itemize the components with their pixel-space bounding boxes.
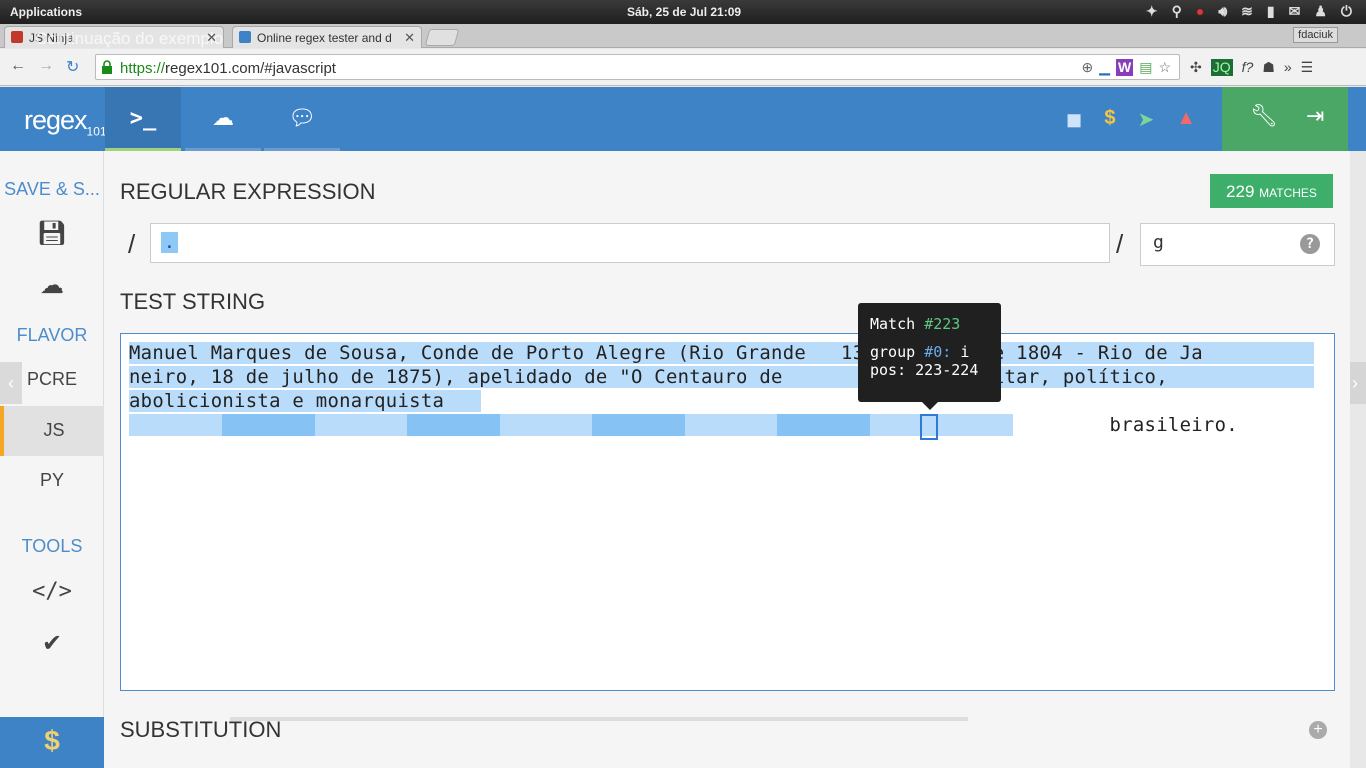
- more-extensions-icon[interactable]: »: [1284, 59, 1292, 76]
- omnibox-actions: ⊕ ▁ W ▤ ☆: [1081, 59, 1171, 76]
- sign-in-icon[interactable]: ⇥: [1306, 103, 1324, 129]
- tab-chat[interactable]: 💬︎: [264, 87, 340, 151]
- browser-tab-bar: JS Ninja Continuação do exemplo ✕ Online…: [0, 24, 1366, 48]
- donate-dollar-icon[interactable]: $: [0, 717, 104, 768]
- tooltip-match-row: Match #223: [870, 315, 961, 333]
- close-tab-icon[interactable]: ✕: [206, 30, 217, 46]
- video-overlay-title: Continuação do exemplo: [35, 29, 224, 48]
- regex-input[interactable]: .: [150, 223, 1110, 263]
- tab-editor[interactable]: >_: [105, 87, 181, 151]
- back-icon[interactable]: ←: [10, 57, 26, 75]
- chat-bubbles-icon: 💬︎: [288, 105, 316, 130]
- tooltip-arrow: [922, 402, 938, 410]
- test-line-2: neiro, 18 de julho de 1875), apelidado d…: [129, 366, 1168, 388]
- cloud-upload-icon[interactable]: ☁: [0, 271, 104, 300]
- battery-icon[interactable]: ▮: [1267, 3, 1275, 20]
- regex-section-title: REGULAR EXPRESSION: [120, 179, 376, 204]
- tooltip-group-row: group #0: i: [870, 343, 970, 361]
- settings-login-panel: 🔧︎ ⇥: [1222, 87, 1348, 151]
- bird-icon[interactable]: ✦: [1146, 3, 1158, 20]
- tab-regex-tester[interactable]: Online regex tester and d ✕: [232, 26, 422, 48]
- os-top-bar: Applications Sáb, 25 de Jul 21:09 ✦ ⚲ ● …: [0, 0, 1366, 24]
- puzzle-js-icon[interactable]: ✣: [1190, 59, 1202, 76]
- terminal-icon: >_: [129, 106, 157, 131]
- warning-icon[interactable]: ▲: [1176, 107, 1196, 132]
- match-tooltip: Match #223 group #0: i pos: 223-224: [858, 303, 1001, 410]
- mail-icon[interactable]: ✉: [1289, 3, 1301, 20]
- hovered-match-outline: [920, 414, 938, 440]
- new-tab-button[interactable]: [424, 29, 460, 46]
- code-generator-icon[interactable]: </>: [0, 579, 104, 604]
- zoom-icon[interactable]: ⊕: [1081, 59, 1093, 76]
- flavor-section-title: FLAVOR: [16, 325, 88, 345]
- regex-open-delimiter: /: [128, 229, 136, 259]
- expand-plus-icon[interactable]: +: [1309, 721, 1327, 739]
- applications-menu[interactable]: Applications: [10, 5, 82, 19]
- system-tray: ✦ ⚲ ● 🔊︎ ≋ ▮ ✉ ♟ ⏻: [1146, 3, 1352, 20]
- wrench-icon[interactable]: 🔧︎: [1250, 103, 1278, 129]
- tab-title: Online regex tester and d: [257, 31, 392, 45]
- close-tab-icon[interactable]: ✕: [404, 30, 415, 46]
- extension-icons: ✣ JQ f? ☗ » ☰: [1190, 59, 1313, 76]
- regex-close-delimiter: /: [1116, 229, 1124, 259]
- flavor-js[interactable]: JS: [0, 406, 104, 456]
- previous-arrow-icon[interactable]: ‹: [0, 362, 22, 404]
- reload-icon[interactable]: ↻: [66, 57, 79, 77]
- tab-library[interactable]: ☁: [185, 87, 261, 151]
- cloud-icon: ☁: [212, 105, 234, 130]
- tooltip-pos-row: pos: 223-224: [870, 361, 979, 379]
- floppy-disk-icon[interactable]: 💾︎: [0, 219, 104, 248]
- star-icon[interactable]: ☆: [1158, 59, 1171, 76]
- test-line-4: brasileiro.: [129, 414, 1238, 436]
- donate-icon[interactable]: $: [1104, 107, 1115, 132]
- video-progress-track[interactable]: [230, 717, 968, 721]
- flavor-py[interactable]: PY: [0, 456, 104, 506]
- left-sidebar: SAVE & S... 💾︎ ☁ FLAVOR PCRE JS PY TOOLS…: [0, 151, 104, 768]
- js-ninja-favicon: [11, 31, 23, 43]
- record-icon[interactable]: ●: [1196, 3, 1204, 20]
- w-extension-icon[interactable]: W: [1115, 59, 1134, 76]
- send-icon[interactable]: ➤: [1137, 107, 1154, 132]
- address-bar[interactable]: https://regex101.com/#javascript ⊕ ▁ W ▤…: [95, 54, 1180, 80]
- url-text: https://regex101.com/#javascript: [120, 60, 336, 77]
- menu-icon[interactable]: ☰: [1301, 59, 1314, 76]
- save-section-title: SAVE & S...: [4, 179, 100, 199]
- lock-icon: [102, 60, 112, 74]
- help-icon[interactable]: ?: [1300, 234, 1320, 254]
- jq-icon[interactable]: JQ: [1210, 59, 1233, 76]
- forward-icon[interactable]: →: [38, 57, 54, 75]
- robot-icon[interactable]: ☗: [1262, 59, 1275, 76]
- wifi-icon[interactable]: ≋: [1241, 3, 1253, 20]
- header-actions: ◼ $ ➤ ▲: [1066, 107, 1196, 132]
- twitter-icon[interactable]: ◼: [1066, 107, 1083, 132]
- regex101-logo[interactable]: regex101: [24, 105, 107, 138]
- function-icon[interactable]: f?: [1242, 59, 1254, 76]
- profile-badge[interactable]: fdaciuk: [1293, 27, 1338, 43]
- test-string-editor[interactable]: Manuel Marques de Sousa, Conde de Porto …: [120, 333, 1335, 691]
- volume-icon[interactable]: 🔊︎: [1218, 3, 1227, 20]
- checkmark-icon[interactable]: ✔: [0, 629, 104, 658]
- sheet-icon[interactable]: ▤: [1139, 59, 1152, 76]
- ruler-icon[interactable]: ▁: [1099, 59, 1110, 76]
- flags-value: g: [1153, 232, 1164, 253]
- regex101-favicon: [239, 31, 251, 43]
- regex101-header: regex101 >_ ☁ 💬︎ ◼ $ ➤ ▲ 🔧︎ ⇥: [0, 87, 1366, 151]
- search-icon[interactable]: ⚲: [1172, 3, 1182, 20]
- power-icon[interactable]: ⏻: [1341, 3, 1352, 20]
- flags-input[interactable]: g ?: [1140, 223, 1335, 266]
- main-panel: REGULAR EXPRESSION 229 MATCHES / . / g ?…: [104, 151, 1350, 768]
- test-line-3: abolicionista e monarquista: [129, 390, 445, 412]
- tab-js-ninja[interactable]: JS Ninja Continuação do exemplo ✕: [4, 26, 224, 48]
- browser-toolbar: ← → ↻ https://regex101.com/#javascript ⊕…: [0, 49, 1366, 86]
- user-icon[interactable]: ♟: [1314, 3, 1327, 20]
- match-count-badge[interactable]: 229 MATCHES: [1210, 174, 1333, 208]
- test-line-1: Manuel Marques de Sousa, Conde de Porto …: [129, 342, 1203, 364]
- regex-token: .: [161, 232, 178, 253]
- tools-section-title: TOOLS: [21, 536, 83, 556]
- test-string-section-title: TEST STRING: [120, 289, 266, 314]
- clock[interactable]: Sáb, 25 de Jul 21:09: [627, 5, 741, 19]
